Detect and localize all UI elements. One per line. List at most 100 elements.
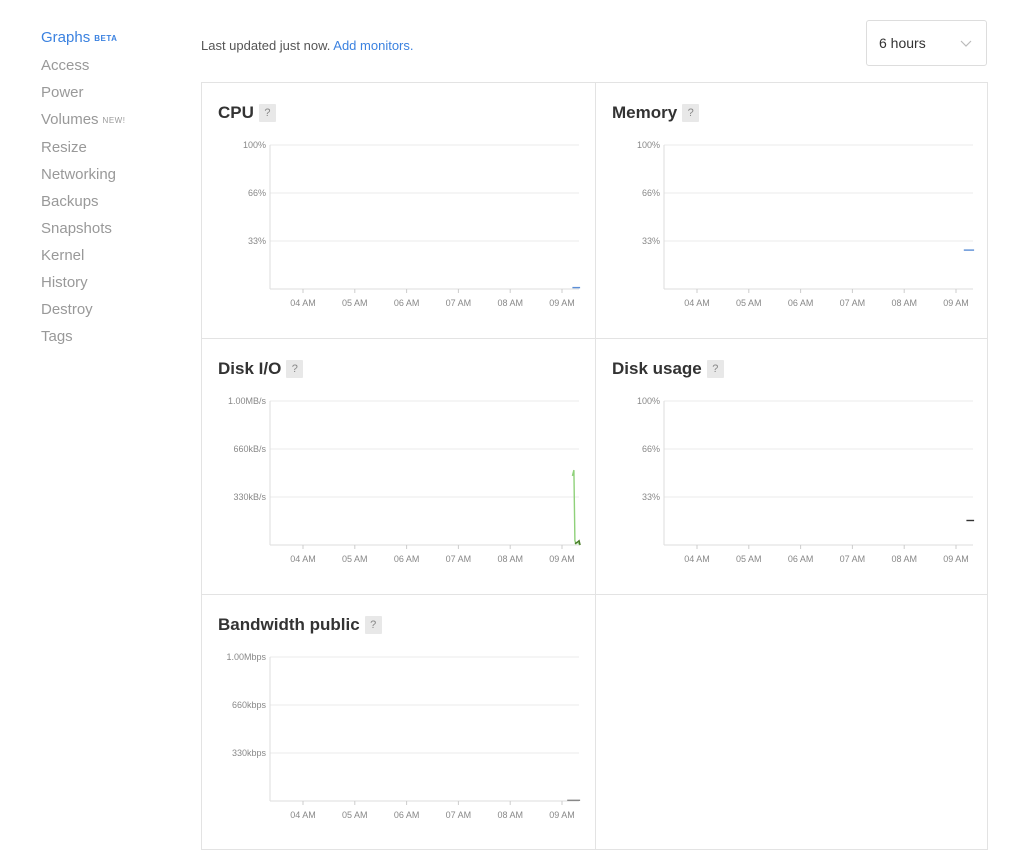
y-tick-label: 66%: [248, 188, 266, 198]
panel-title: Memory?: [612, 103, 700, 123]
sidebar-item-power[interactable]: Power: [41, 79, 171, 106]
sidebar-item-label: History: [41, 274, 88, 291]
x-tick-label: 05 AM: [736, 554, 762, 564]
sidebar-item-label: Volumes: [41, 111, 99, 128]
y-tick-label: 66%: [642, 188, 660, 198]
x-tick-label: 09 AM: [549, 554, 575, 564]
disk-usage-graph-panel: Disk usage? 100% 66% 33% 04 AM 05 AM 06 AM 07 …: [596, 339, 988, 594]
beta-badge: BETA: [94, 34, 118, 43]
sidebar-item-label: Networking: [41, 166, 117, 183]
series-line: [571, 469, 581, 546]
sidebar-item-snapshots[interactable]: Snapshots: [41, 215, 171, 242]
x-tick-label: 07 AM: [446, 554, 472, 564]
sidebar-nav: Graphs BETA Access Power Volumes NEW! Resi…: [41, 24, 171, 350]
y-tick-label: 1.00MB/s: [228, 396, 267, 406]
x-tick-label: 06 AM: [788, 298, 814, 308]
sidebar-item-kernel[interactable]: Kernel: [41, 242, 171, 269]
sidebar-item-destroy[interactable]: Destroy: [41, 296, 171, 323]
memory-graph-panel: Memory? 100% 66% 33% 04 AM 05 AM 06 AM 07 AM 08…: [596, 83, 988, 338]
sidebar-item-resize[interactable]: Resize: [41, 134, 171, 161]
x-tick-label: 09 AM: [943, 554, 969, 564]
sidebar-item-label: Destroy: [41, 301, 93, 318]
cpu-chart: 100% 66% 33% 04 AM 05 AM 06 AM 07 AM 08 AM 09 AM: [243, 140, 581, 308]
y-tick-label: 33%: [642, 236, 660, 246]
panel-title-text: Bandwidth public: [218, 615, 360, 634]
panel-title: Disk I/O?: [218, 359, 304, 379]
sidebar-item-graphs[interactable]: Graphs BETA: [41, 24, 171, 52]
x-tick-label: 08 AM: [497, 810, 523, 820]
status-text: Last updated just now.: [201, 38, 331, 53]
memory-chart: 100% 66% 33% 04 AM 05 AM 06 AM 07 AM 08 AM 09 AM: [637, 140, 975, 308]
bandwidth-public-chart: 1.00Mbps 660kbps 330kbps 04 AM 05 AM 06 AM 07 …: [226, 652, 581, 820]
y-tick-label: 66%: [642, 444, 660, 454]
sidebar-item-label: Access: [41, 57, 90, 74]
y-tick-label: 100%: [637, 396, 660, 406]
y-tick-label: 33%: [248, 236, 266, 246]
x-tick-label: 08 AM: [497, 298, 523, 308]
x-tick-label: 06 AM: [394, 298, 420, 308]
x-tick-label: 06 AM: [394, 554, 420, 564]
y-tick-label: 1.00Mbps: [226, 652, 266, 662]
x-tick-label: 09 AM: [943, 298, 969, 308]
chevron-down-icon: [960, 36, 972, 54]
sidebar-item-access[interactable]: Access: [41, 52, 171, 79]
x-tick-label: 05 AM: [736, 298, 762, 308]
sidebar-item-label: Snapshots: [41, 220, 112, 237]
x-tick-label: 04 AM: [684, 298, 710, 308]
x-tick-label: 05 AM: [342, 810, 368, 820]
x-tick-label: 07 AM: [446, 298, 472, 308]
y-tick-label: 33%: [642, 492, 660, 502]
x-tick-label: 04 AM: [290, 554, 316, 564]
sidebar-item-label: Graphs: [41, 29, 91, 46]
x-tick-label: 07 AM: [840, 298, 866, 308]
sidebar-item-volumes[interactable]: Volumes NEW!: [41, 106, 171, 134]
last-updated-status: Last updated just now. Add monitors.: [201, 38, 413, 53]
sidebar-item-backups[interactable]: Backups: [41, 188, 171, 215]
y-tick-label: 330kB/s: [233, 492, 266, 502]
time-range-value: 6 hours: [879, 35, 926, 51]
cpu-graph-panel: CPU? 100% 66% 33% 04 AM 05 AM 06 AM 07 AM 08 AM…: [202, 83, 594, 338]
panel-title-text: CPU: [218, 103, 254, 122]
x-tick-label: 05 AM: [342, 298, 368, 308]
x-tick-label: 04 AM: [290, 810, 316, 820]
sidebar-item-tags[interactable]: Tags: [41, 323, 171, 350]
help-button[interactable]: ?: [286, 360, 304, 378]
bandwidth-public-graph-panel: Bandwidth public? 1.00Mbps 660kbps 330kbps…: [202, 595, 594, 850]
time-range-select[interactable]: 6 hours: [866, 20, 987, 66]
disk-usage-chart: 100% 66% 33% 04 AM 05 AM 06 AM 07 AM 08 AM 09 AM: [637, 396, 975, 564]
y-tick-label: 100%: [243, 140, 266, 150]
panel-title: Bandwidth public?: [218, 615, 382, 635]
sidebar-item-label: Tags: [41, 328, 73, 345]
graphs-grid: CPU? 100% 66% 33% 04 AM 05 AM 06 AM 07 AM 08 AM…: [201, 82, 988, 850]
x-tick-label: 07 AM: [840, 554, 866, 564]
y-tick-label: 100%: [637, 140, 660, 150]
panel-title-text: Memory: [612, 103, 678, 122]
x-tick-label: 05 AM: [342, 554, 368, 564]
y-tick-label: 660kB/s: [233, 444, 266, 454]
sidebar-item-networking[interactable]: Networking: [41, 161, 171, 188]
disk-io-chart: 1.00MB/s 660kB/s 330kB/s 04 AM 05 AM 06 AM 07 …: [228, 396, 581, 564]
sidebar-item-label: Resize: [41, 139, 87, 156]
sidebar-item-label: Power: [41, 84, 84, 101]
x-tick-label: 06 AM: [394, 810, 420, 820]
sidebar-item-label: Kernel: [41, 247, 85, 264]
disk-io-graph-panel: Disk I/O? 1.00MB/s 660kB/s 330kB/s 04 AM 05 …: [202, 339, 594, 594]
x-tick-label: 08 AM: [891, 554, 917, 564]
x-tick-label: 06 AM: [788, 554, 814, 564]
x-tick-label: 09 AM: [549, 298, 575, 308]
panel-title-text: Disk usage: [612, 359, 702, 378]
y-tick-label: 330kbps: [232, 748, 267, 758]
sidebar-item-history[interactable]: History: [41, 269, 171, 296]
help-button[interactable]: ?: [682, 104, 700, 122]
help-button[interactable]: ?: [258, 104, 276, 122]
help-button[interactable]: ?: [364, 616, 382, 634]
x-tick-label: 08 AM: [891, 298, 917, 308]
x-tick-label: 07 AM: [446, 810, 472, 820]
panel-title: CPU?: [218, 103, 276, 123]
sidebar-item-label: Backups: [41, 193, 99, 210]
add-monitors-link[interactable]: Add monitors.: [333, 38, 413, 53]
panel-title-text: Disk I/O: [218, 359, 282, 378]
new-badge: NEW!: [102, 116, 126, 125]
panel-title: Disk usage?: [612, 359, 724, 379]
help-button[interactable]: ?: [706, 360, 724, 378]
